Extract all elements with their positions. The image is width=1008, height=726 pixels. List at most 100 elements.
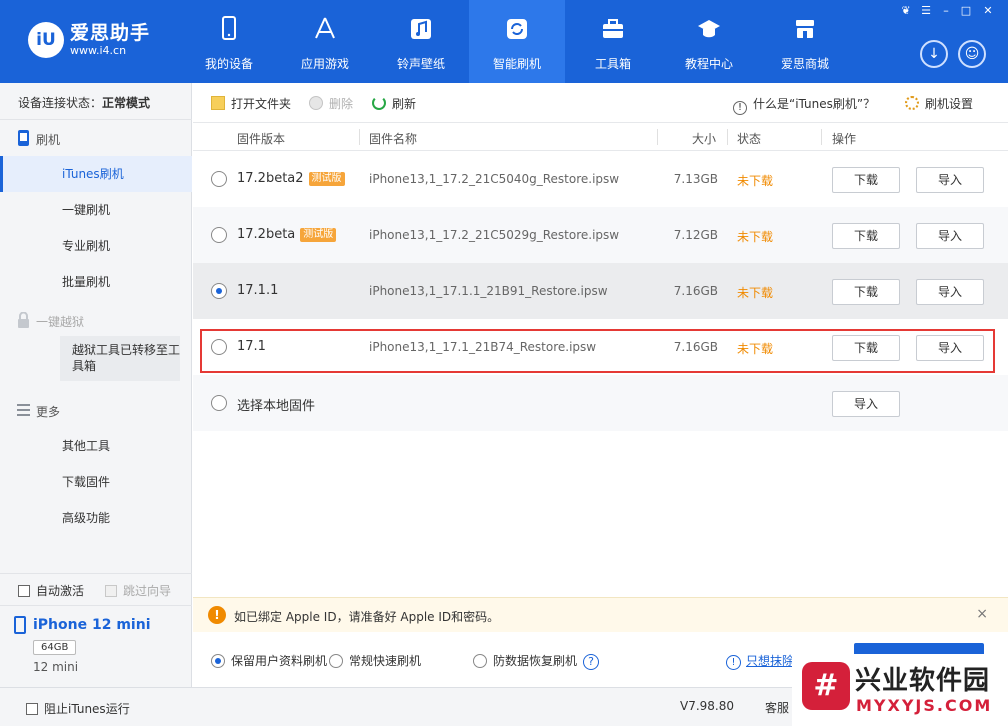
option-label: 常规快速刷机 <box>349 654 422 668</box>
lock-icon <box>18 312 29 328</box>
connection-label: 设备连接状态： <box>18 96 103 110</box>
music-icon <box>411 19 431 39</box>
connection-status: 设备连接状态：正常模式 <box>18 94 150 111</box>
skin-icon[interactable]: ❦ <box>898 4 914 18</box>
nav-apps-games[interactable]: 应用游戏 <box>277 0 373 83</box>
refresh-button[interactable]: 刷新 <box>372 95 416 112</box>
sidebar: 设备连接状态：正常模式 刷机 iTunes刷机 一键刷机 专业刷机 批量刷机 一… <box>0 83 192 726</box>
row-radio[interactable] <box>211 227 227 243</box>
nav-toolbox[interactable]: 工具箱 <box>565 0 661 83</box>
device-capacity: 64GB <box>33 640 77 655</box>
sidebar-item-download-firmware[interactable]: 下载固件 <box>0 464 192 500</box>
skip-guide-checkbox[interactable]: 跳过向导 <box>105 582 171 599</box>
auto-activate-label: 自动激活 <box>36 584 85 598</box>
notice-close-button[interactable]: × <box>976 606 988 622</box>
phone-icon <box>222 16 236 40</box>
version-text: 17.1.1 <box>237 283 279 298</box>
highlight-box <box>200 329 995 373</box>
row-radio[interactable] <box>211 283 227 299</box>
nav-ringtones[interactable]: 铃声壁纸 <box>373 0 469 83</box>
option-anti-recovery[interactable]: 防数据恢复刷机? <box>473 652 600 670</box>
nav-my-device[interactable]: 我的设备 <box>181 0 277 83</box>
version-text: 17.2beta <box>237 227 296 242</box>
group-label: 刷机 <box>36 133 61 147</box>
option-keep-data[interactable]: 保留用户资料刷机 <box>211 652 327 669</box>
nav-label: 智能刷机 <box>492 57 541 71</box>
radio <box>211 654 225 668</box>
download-manager-icon[interactable]: ↓ <box>920 40 948 68</box>
checkbox-box <box>18 585 30 597</box>
refresh-label: 刷新 <box>392 97 417 111</box>
header-divider <box>821 129 822 145</box>
menu-icon[interactable]: ☰ <box>918 4 934 18</box>
sidebar-item-one-click-flash[interactable]: 一键刷机 <box>0 192 192 228</box>
refresh-icon <box>507 19 527 39</box>
nav-store[interactable]: 爱思商城 <box>757 0 853 83</box>
download-status: 未下载 <box>737 230 774 244</box>
flash-settings-button[interactable]: 刷机设置 <box>905 95 973 112</box>
nav-smart-flash[interactable]: 智能刷机 <box>469 0 565 83</box>
brand-url: www.i4.cn <box>70 44 127 57</box>
nav-label: 应用游戏 <box>300 57 349 71</box>
list-icon <box>17 404 30 416</box>
user-icon[interactable]: ☺ <box>958 40 986 68</box>
row-radio[interactable] <box>211 171 227 187</box>
option-quick[interactable]: 常规快速刷机 <box>329 652 421 669</box>
sidebar-item-advanced[interactable]: 高级功能 <box>0 500 192 536</box>
app-logo: iU <box>28 22 64 58</box>
sidebar-item-itunes-flash[interactable]: iTunes刷机 <box>0 156 192 192</box>
download-status: 未下载 <box>737 174 774 188</box>
link-label: 只想抹除 <box>746 654 795 668</box>
auto-activate-checkbox[interactable]: 自动激活 <box>18 582 84 599</box>
table-row[interactable]: 17.2beta2 测试版 iPhone13,1_17.2_21C5040g_Re… <box>193 151 1008 207</box>
header-version: 固件版本 <box>237 132 286 146</box>
delete-button[interactable]: 删除 <box>309 95 353 112</box>
sidebar-item-pro-flash[interactable]: 专业刷机 <box>0 228 192 264</box>
beta-badge: 测试版 <box>308 172 345 186</box>
nav-label: 教程中心 <box>684 57 733 71</box>
customer-service-button[interactable]: 客服 <box>765 699 789 716</box>
radio <box>473 654 487 668</box>
import-button[interactable]: 导入 <box>916 223 984 249</box>
checkbox-box <box>105 585 117 597</box>
help-icon[interactable]: ? <box>583 654 600 670</box>
header-status: 状态 <box>737 132 762 146</box>
group-label: 一键越狱 <box>36 315 85 329</box>
sidebar-item-other-tools[interactable]: 其他工具 <box>0 428 192 464</box>
toolbar: 打开文件夹 删除 刷新 ! 什么是“iTunes刷机”？ 刷机设置 <box>193 83 1008 123</box>
table-row[interactable]: 17.2beta 测试版 iPhone13,1_17.2_21C5029g_Res… <box>193 207 1008 263</box>
import-button[interactable]: 导入 <box>832 391 900 417</box>
download-button[interactable]: 下载 <box>832 223 900 249</box>
import-button[interactable]: 导入 <box>916 279 984 305</box>
table-row-local-firmware[interactable]: 选择本地固件 导入 <box>193 375 1008 431</box>
local-firmware-label: 选择本地固件 <box>237 399 316 414</box>
group-label: 更多 <box>36 405 61 419</box>
what-is-itunes-flash-link[interactable]: ! 什么是“iTunes刷机”？ <box>733 95 875 115</box>
maximize-icon[interactable]: □ <box>958 4 974 18</box>
device-panel[interactable]: iPhone 12 mini 64GB 12 mini <box>0 608 192 687</box>
block-itunes-checkbox[interactable]: 阻止iTunes运行 <box>26 700 130 717</box>
open-folder-button[interactable]: 打开文件夹 <box>211 95 291 112</box>
header-name: 固件名称 <box>369 132 418 146</box>
download-status: 未下载 <box>737 286 774 300</box>
download-button[interactable]: 下载 <box>832 279 900 305</box>
header-divider <box>727 129 728 145</box>
table-row[interactable]: 17.1.1 iPhone13,1_17.1.1_21B91_Restore.i… <box>193 263 1008 319</box>
close-icon[interactable]: ✕ <box>980 4 996 18</box>
gear-icon <box>905 96 919 110</box>
download-button[interactable]: 下载 <box>832 167 900 193</box>
nav-label: 工具箱 <box>594 57 631 71</box>
firmware-name: iPhone13,1_17.1.1_21B91_Restore.ipsw <box>369 284 608 298</box>
store-icon <box>796 20 814 38</box>
row-radio[interactable] <box>211 395 227 411</box>
appstore-icon <box>315 17 335 39</box>
import-button[interactable]: 导入 <box>916 167 984 193</box>
block-itunes-label: 阻止iTunes运行 <box>44 702 130 716</box>
brand: 爱思助手 www.i4.cn <box>70 22 150 58</box>
header-divider <box>359 129 360 145</box>
info-icon: ! <box>726 655 741 670</box>
erase-only-link[interactable]: ! 只想抹除 <box>726 652 794 670</box>
sidebar-item-batch-flash[interactable]: 批量刷机 <box>0 264 192 300</box>
minimize-icon[interactable]: – <box>938 4 954 18</box>
nav-tutorials[interactable]: 教程中心 <box>661 0 757 83</box>
